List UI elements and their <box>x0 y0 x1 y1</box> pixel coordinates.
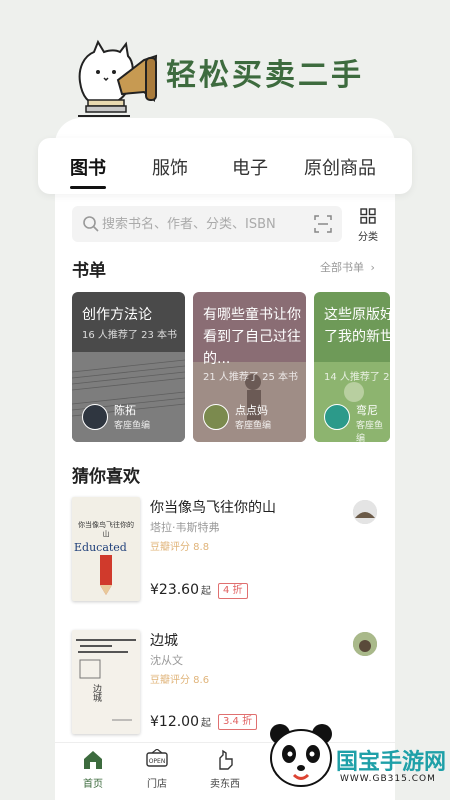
book-cover-title: 边城 <box>91 684 101 702</box>
tab-clothing[interactable]: 服饰 <box>152 154 188 180</box>
chevron-right-icon: › <box>370 261 375 274</box>
curator-role: 客座鱼编 <box>235 421 272 431</box>
booklist-title: 有哪些童书让你看到了自己过往的... <box>203 307 301 367</box>
see-all-label: 全部书单 <box>320 261 364 274</box>
search-bar[interactable] <box>72 206 342 242</box>
grid-icon <box>360 208 376 224</box>
active-tab-indicator <box>70 186 106 189</box>
seller-avatar[interactable] <box>353 500 377 524</box>
booklist-card[interactable]: 这些原版好书打开了我的新世界 14 人推荐了 22 弯尼 客座鱼编 <box>314 292 390 442</box>
booklist-stats: 16 人推荐了 23 本书 <box>82 330 177 341</box>
recommend-section-title: 猜你喜欢 <box>72 467 140 487</box>
nav-sell[interactable]: 卖东西 <box>205 749 245 793</box>
book-author: 塔拉·韦斯特弗 <box>150 521 220 534</box>
nav-label: 首页 <box>83 779 103 790</box>
price-from: 起 <box>201 586 211 597</box>
panda-logo-icon <box>270 724 332 787</box>
nav-home[interactable]: 首页 <box>73 749 113 793</box>
curator-role: 客座鱼编 <box>114 421 151 431</box>
book-title[interactable]: 边城 <box>150 630 178 650</box>
watermark-url: WWW.GB315.COM <box>340 774 436 784</box>
category-button[interactable]: 分类 <box>354 206 382 246</box>
book-author: 沈从文 <box>150 654 183 667</box>
category-tabbar: 图书 服饰 电子 原创商品 <box>38 138 412 194</box>
tab-original-goods[interactable]: 原创商品 <box>304 154 376 180</box>
curator-avatar <box>203 404 229 430</box>
book-price: ¥12.00 起 <box>150 714 211 730</box>
pencil-illustration-icon <box>100 555 112 595</box>
book-cover[interactable]: 边城 <box>72 630 140 734</box>
book-cover-word: Educated <box>74 541 127 554</box>
see-all-booklists-link[interactable]: 全部书单 › <box>320 259 375 275</box>
curator-name: 弯尼 <box>356 404 378 417</box>
search-icon <box>83 216 99 232</box>
discount-badge: 4 折 <box>218 583 248 599</box>
booklist-section-title: 书单 <box>72 261 106 281</box>
curator-avatar <box>82 404 108 430</box>
site-watermark: 国宝手游网 WWW.GB315.COM <box>258 712 450 800</box>
book-price: ¥23.60 起 <box>150 582 211 598</box>
booklist-title: 这些原版好书打开了我的新世界 <box>324 307 390 345</box>
booklist-stats: 21 人推荐了 25 本书 <box>203 372 298 383</box>
seller-avatar-image <box>353 632 377 656</box>
promo-banner: 轻松买卖二手 <box>0 0 450 130</box>
book-cover-title: 你当像鸟飞往你的山 <box>78 521 134 538</box>
cat-megaphone-icon <box>78 39 158 117</box>
book-cover[interactable]: 你当像鸟飞往你的山 Educated <box>72 497 140 601</box>
nav-store[interactable]: OPEN 门店 <box>137 749 177 793</box>
search-input[interactable] <box>102 206 302 242</box>
tab-electronics[interactable]: 电子 <box>232 154 268 180</box>
scan-icon[interactable] <box>314 215 332 233</box>
category-label: 分类 <box>358 232 378 243</box>
sell-hand-icon <box>219 749 233 770</box>
discount-badge: 3.4 折 <box>218 714 258 730</box>
book-rating: 豆瓣评分 8.6 <box>150 675 210 686</box>
store-icon: OPEN <box>146 749 168 767</box>
seller-avatar[interactable] <box>353 632 377 656</box>
curator-role: 客座鱼编 <box>356 421 384 442</box>
tab-books[interactable]: 图书 <box>70 154 106 180</box>
booklist-card[interactable]: 创作方法论 16 人推荐了 23 本书 陈拓 客座鱼编 <box>72 292 185 442</box>
nav-label: 门店 <box>147 779 167 790</box>
seller-avatar-image <box>353 500 377 524</box>
book-rating: 豆瓣评分 8.8 <box>150 542 210 553</box>
price-value: ¥23.60 <box>150 582 199 598</box>
booklist-title: 创作方法论 <box>82 307 152 323</box>
curator-name: 点点妈 <box>235 404 268 417</box>
watermark-text: 国宝手游网 <box>336 750 447 775</box>
book-title[interactable]: 你当像鸟飞往你的山 <box>150 497 276 517</box>
home-icon <box>84 751 102 769</box>
nav-label: 卖东西 <box>210 779 240 790</box>
booklist-card[interactable]: 有哪些童书让你看到了自己过往的... 21 人推荐了 25 本书 点点妈 客座鱼… <box>193 292 306 442</box>
curator-avatar <box>324 404 350 430</box>
curator-name: 陈拓 <box>114 404 136 417</box>
booklist-stats: 14 人推荐了 22 <box>324 372 390 383</box>
price-value: ¥12.00 <box>150 714 199 730</box>
ink-landscape-image <box>76 639 136 721</box>
store-open-text: OPEN <box>149 758 166 765</box>
price-from: 起 <box>201 718 211 729</box>
promo-headline: 轻松买卖二手 <box>166 58 364 93</box>
